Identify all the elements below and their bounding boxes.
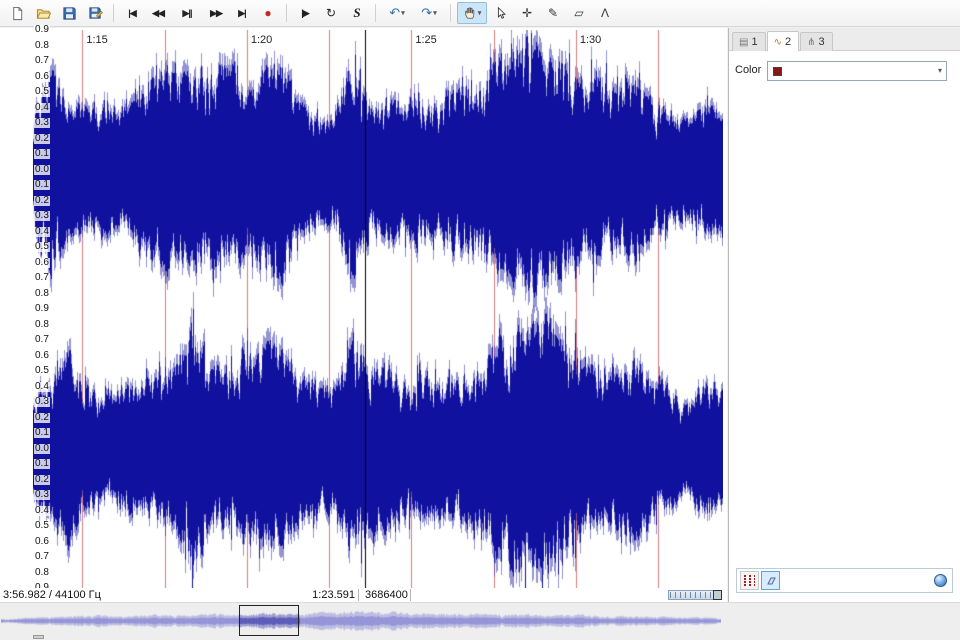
loop-button[interactable]: ↻	[319, 2, 343, 24]
panel-tab-strip: ▤ 1 ∿ 2 ⋔ 3	[729, 28, 960, 51]
tab-label: 3	[818, 36, 825, 48]
save-floppy-icon	[62, 6, 76, 20]
status-bar: 3:56.982 / 44100 Гц 1:23.591 3686400	[0, 588, 727, 602]
record-icon: ●	[264, 6, 272, 20]
fast-forward-button[interactable]: ▶▶	[204, 2, 228, 24]
go-to-start-icon: |◀	[128, 7, 137, 18]
pencil-tool-button[interactable]: ✎	[541, 2, 565, 24]
redo-button[interactable]: ↷ ▾	[414, 2, 444, 24]
marker-lines-button[interactable]	[740, 571, 759, 590]
eraser-icon: ▱	[574, 6, 584, 20]
status-orb-icon	[934, 574, 947, 587]
snap-icon: S	[353, 5, 361, 20]
record-button[interactable]: ●	[256, 2, 280, 24]
tab-label: 2	[784, 36, 792, 48]
waveform-canvas[interactable]	[33, 30, 723, 588]
marker-tool-button[interactable]: Λ	[593, 2, 617, 24]
selection-tool-button[interactable]	[489, 2, 513, 24]
eraser-mode-button[interactable]	[761, 571, 780, 590]
color-row: Color ▾	[729, 58, 960, 82]
play-pause-button[interactable]: ▶||	[172, 2, 202, 24]
rewind-icon: ◀◀	[152, 7, 165, 18]
toolbar-separator	[286, 4, 287, 22]
new-document-button[interactable]	[5, 2, 29, 24]
new-document-icon	[12, 6, 22, 20]
undo-button[interactable]: ↶ ▾	[382, 2, 412, 24]
panel-tab-2[interactable]: ∿ 2	[766, 31, 800, 51]
columns-tab-icon: ▤	[739, 36, 749, 48]
go-to-start-button[interactable]: |◀	[120, 2, 144, 24]
play-from-cursor-icon: |▶	[301, 7, 310, 18]
overview-waveform[interactable]	[1, 606, 721, 636]
main-toolbar: |◀ ◀◀ ▶|| ▶▶ ▶| ● |▶ ↻ S ↶ ▾ ↷ ▾ ▾ ✛ ✎ ▱ Λ	[0, 0, 960, 27]
hand-tool-button[interactable]: ▾	[457, 2, 487, 24]
save-file-as-button[interactable]	[83, 2, 107, 24]
rewind-button[interactable]: ◀◀	[146, 2, 170, 24]
toolbar-separator	[375, 4, 376, 22]
toolbar-separator	[113, 4, 114, 22]
cursor-arrow-icon	[497, 6, 506, 19]
open-folder-icon	[36, 8, 51, 19]
hand-icon	[464, 7, 474, 19]
go-to-end-button[interactable]: ▶|	[230, 2, 254, 24]
play-from-cursor-button[interactable]: |▶	[293, 2, 317, 24]
overview-scroll-handle[interactable]	[33, 635, 44, 639]
pencil-icon: ✎	[547, 6, 559, 20]
eraser-tool-button[interactable]: ▱	[567, 2, 591, 24]
color-label: Color	[735, 64, 762, 76]
lambda-icon: Λ	[600, 6, 609, 20]
save-file-button[interactable]	[57, 2, 81, 24]
waveform-tab-icon: ∿	[773, 36, 782, 48]
dashed-lines-icon	[744, 574, 755, 587]
loop-icon: ↻	[325, 6, 337, 20]
redo-icon: ↷	[421, 5, 433, 20]
select-chevron-down-icon: ▾	[937, 66, 942, 75]
overview-selection[interactable]	[239, 605, 299, 636]
fork-tab-icon: ⋔	[807, 36, 816, 48]
panel-bottom-toolbar	[736, 568, 953, 593]
cursor-time-readout: 1:23.591	[300, 589, 359, 601]
zoom-slider-handle[interactable]	[713, 590, 722, 600]
chevron-down-icon: ▾	[401, 10, 405, 17]
snap-button[interactable]: S	[345, 2, 369, 24]
toolbar-separator	[450, 4, 451, 22]
cursor-sample-readout: 3686400	[362, 589, 411, 601]
properties-panel: ▤ 1 ∿ 2 ⋔ 3 Color ▾	[728, 28, 960, 602]
move-cross-icon: ✛	[521, 6, 533, 20]
overview-strip	[0, 602, 960, 640]
color-select[interactable]: ▾	[767, 61, 947, 81]
zoom-slider[interactable]	[668, 590, 722, 600]
undo-icon: ↶	[389, 5, 401, 20]
file-length-samplerate-readout: 3:56.982 / 44100 Гц	[3, 589, 101, 601]
parallelogram-icon	[766, 577, 776, 584]
tab-label: 1	[751, 36, 758, 48]
go-to-end-icon: ▶|	[238, 7, 247, 18]
panel-tab-3[interactable]: ⋔ 3	[800, 32, 833, 51]
chevron-down-icon: ▾	[477, 10, 482, 17]
waveform-editor-area: 1:15 1:20 1:25 1:30 0.9 0.8 0.7 0.6 0.5 0.4 0.3 0.…	[0, 25, 727, 602]
move-tool-button[interactable]: ✛	[515, 2, 539, 24]
save-as-floppy-pencil-icon	[88, 6, 103, 19]
panel-tab-1[interactable]: ▤ 1	[732, 32, 766, 51]
play-pause-icon: ▶||	[182, 7, 193, 18]
color-swatch	[773, 67, 782, 76]
open-file-button[interactable]	[31, 2, 55, 24]
fast-forward-icon: ▶▶	[210, 7, 223, 18]
chevron-down-icon: ▾	[433, 10, 437, 17]
